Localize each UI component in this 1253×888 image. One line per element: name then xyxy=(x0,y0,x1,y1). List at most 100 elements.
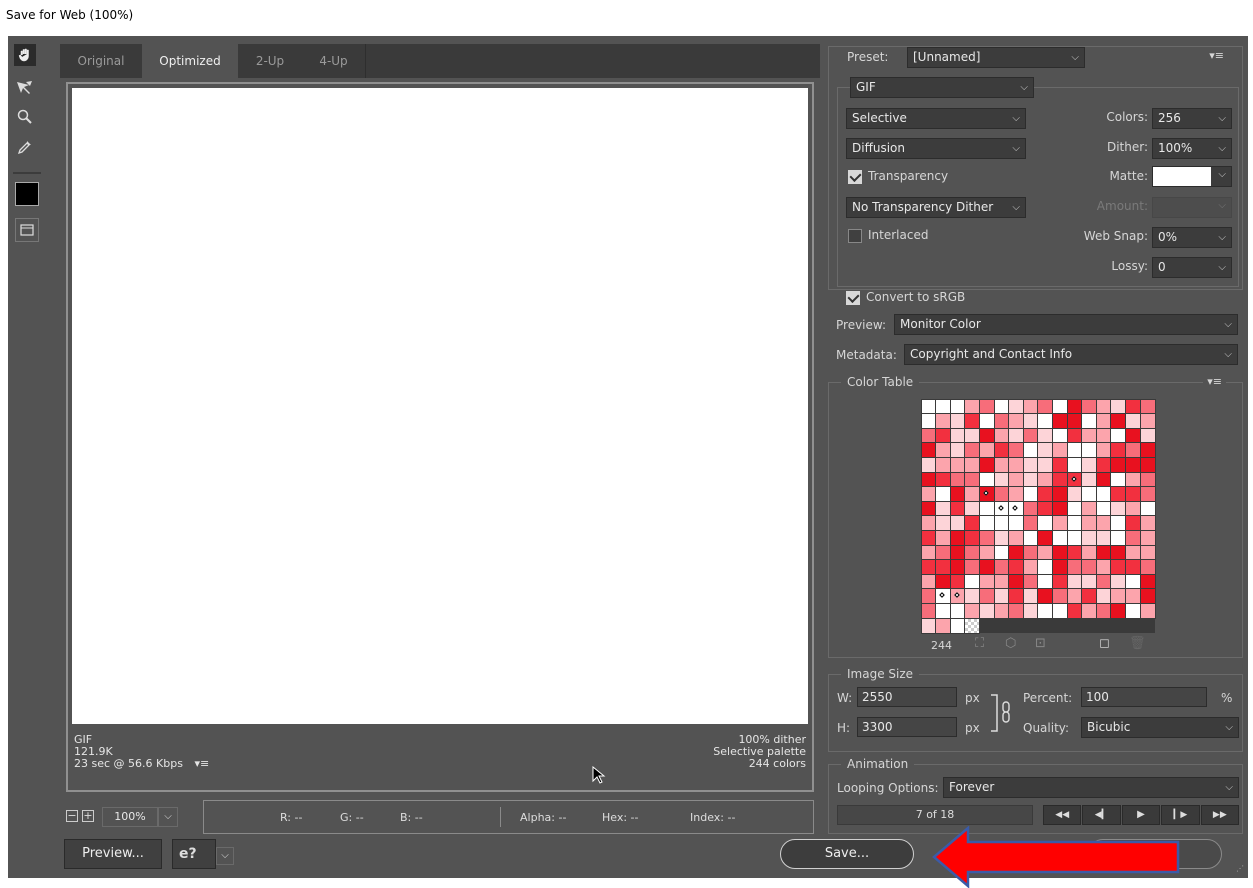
color-swatch[interactable] xyxy=(920,588,937,605)
color-swatch[interactable] xyxy=(1095,500,1112,517)
color-swatch[interactable] xyxy=(978,413,995,430)
color-swatch[interactable] xyxy=(1022,544,1039,561)
color-swatch[interactable] xyxy=(920,500,937,517)
preset-dropdown[interactable]: [Unnamed] ⌵ xyxy=(907,47,1085,68)
color-swatch[interactable] xyxy=(1139,573,1156,590)
color-swatch[interactable] xyxy=(978,602,995,619)
color-swatch[interactable] xyxy=(1022,500,1039,517)
color-swatch[interactable] xyxy=(949,559,966,576)
color-swatch[interactable] xyxy=(1037,413,1054,430)
color-swatch[interactable] xyxy=(1008,544,1025,561)
color-swatch[interactable] xyxy=(1051,442,1068,459)
color-swatch[interactable] xyxy=(1095,515,1112,532)
color-swatch[interactable] xyxy=(1008,529,1025,546)
color-swatch[interactable] xyxy=(1124,573,1141,590)
trash-icon[interactable]: 🗑 xyxy=(1129,636,1146,651)
color-swatch[interactable] xyxy=(1081,486,1098,503)
color-swatch[interactable] xyxy=(1110,602,1127,619)
color-swatch[interactable] xyxy=(1081,427,1098,444)
color-swatch[interactable] xyxy=(1037,544,1054,561)
color-swatch[interactable] xyxy=(1110,427,1127,444)
color-swatch[interactable] xyxy=(1066,602,1083,619)
info-menu-icon[interactable]: ▾≡ xyxy=(194,757,209,770)
color-swatch[interactable] xyxy=(964,486,981,503)
color-swatch[interactable] xyxy=(1124,544,1141,561)
color-swatch[interactable] xyxy=(1095,559,1112,576)
color-swatch[interactable] xyxy=(920,515,937,532)
tab-original[interactable]: Original xyxy=(60,44,142,78)
color-swatch[interactable] xyxy=(1124,471,1141,488)
color-swatch[interactable] xyxy=(978,486,995,503)
matte-dropdown[interactable]: ⌵ xyxy=(1152,166,1232,187)
color-swatch[interactable] xyxy=(935,515,952,532)
color-swatch[interactable] xyxy=(1139,456,1156,473)
resize-grip-icon[interactable]: ⋰ xyxy=(1236,864,1244,873)
color-swatch[interactable] xyxy=(1124,559,1141,576)
color-swatch[interactable] xyxy=(1051,573,1068,590)
color-swatch[interactable] xyxy=(920,573,937,590)
color-swatch[interactable] xyxy=(1022,456,1039,473)
color-swatch[interactable] xyxy=(964,559,981,576)
transparency-dither-dropdown[interactable]: No Transparency Dither ⌵ xyxy=(846,197,1026,218)
color-swatch[interactable] xyxy=(964,442,981,459)
color-swatch[interactable] xyxy=(1008,456,1025,473)
color-swatch[interactable] xyxy=(993,529,1010,546)
color-swatch[interactable] xyxy=(993,500,1010,517)
color-swatch[interactable] xyxy=(1124,442,1141,459)
color-swatch[interactable] xyxy=(1139,559,1156,576)
color-swatch[interactable] xyxy=(1022,486,1039,503)
constrain-proportions-link-icon[interactable] xyxy=(989,693,1019,733)
color-swatch[interactable] xyxy=(964,617,981,634)
color-swatch[interactable] xyxy=(964,398,981,415)
color-swatch[interactable] xyxy=(978,588,995,605)
color-swatch[interactable] xyxy=(993,413,1010,430)
color-swatch[interactable] xyxy=(1081,456,1098,473)
color-swatch[interactable] xyxy=(1037,573,1054,590)
eyedropper-color-swatch[interactable] xyxy=(15,182,39,206)
color-swatch[interactable] xyxy=(949,544,966,561)
color-swatch[interactable] xyxy=(964,427,981,444)
color-swatch[interactable] xyxy=(1008,427,1025,444)
color-swatch[interactable] xyxy=(1037,456,1054,473)
color-swatch[interactable] xyxy=(964,456,981,473)
color-swatch[interactable] xyxy=(1139,398,1156,415)
web-snap-field[interactable]: 0% ⌵ xyxy=(1152,227,1232,248)
preview-image[interactable] xyxy=(72,88,808,724)
color-swatch[interactable] xyxy=(1139,602,1156,619)
color-swatch[interactable] xyxy=(949,573,966,590)
color-swatch[interactable] xyxy=(1022,471,1039,488)
color-swatch[interactable] xyxy=(1066,442,1083,459)
eyedropper-tool[interactable] xyxy=(14,136,36,158)
color-swatch[interactable] xyxy=(1066,515,1083,532)
color-swatch[interactable] xyxy=(1066,588,1083,605)
color-swatch[interactable] xyxy=(1110,515,1127,532)
color-swatch[interactable] xyxy=(1124,456,1141,473)
first-frame-icon[interactable]: ◀◀ xyxy=(1043,805,1082,825)
tab-2-up[interactable]: 2-Up xyxy=(238,44,302,78)
save-button[interactable]: Save... xyxy=(780,839,914,869)
color-swatch[interactable] xyxy=(1022,413,1039,430)
color-swatch[interactable] xyxy=(1081,602,1098,619)
color-swatch[interactable] xyxy=(1008,559,1025,576)
color-swatch[interactable] xyxy=(949,413,966,430)
color-swatch[interactable] xyxy=(1022,529,1039,546)
colors-field[interactable]: 256 ⌵ xyxy=(1152,108,1232,129)
color-swatch[interactable] xyxy=(1066,486,1083,503)
zoom-level-field[interactable]: 100% xyxy=(102,807,158,827)
color-swatch[interactable] xyxy=(1124,515,1141,532)
color-swatch[interactable] xyxy=(1110,471,1127,488)
color-swatch[interactable] xyxy=(978,442,995,459)
color-swatch[interactable] xyxy=(1110,588,1127,605)
zoom-in-button[interactable]: + xyxy=(82,810,94,822)
convert-srgb-row[interactable]: Convert to sRGB xyxy=(846,290,965,305)
color-swatch[interactable] xyxy=(935,500,952,517)
color-swatch[interactable] xyxy=(978,515,995,532)
color-swatch[interactable] xyxy=(964,471,981,488)
play-icon[interactable]: ▶ xyxy=(1121,805,1161,825)
zoom-out-button[interactable]: − xyxy=(66,810,78,822)
color-swatch[interactable] xyxy=(993,398,1010,415)
color-swatch[interactable] xyxy=(1095,544,1112,561)
color-swatch[interactable] xyxy=(1037,500,1054,517)
color-swatch[interactable] xyxy=(1051,486,1068,503)
color-swatch[interactable] xyxy=(1110,573,1127,590)
